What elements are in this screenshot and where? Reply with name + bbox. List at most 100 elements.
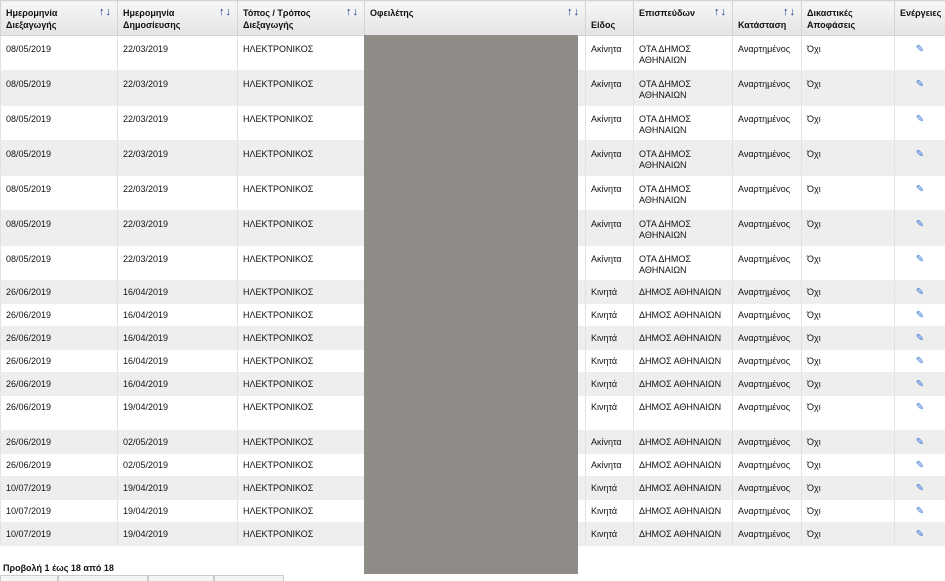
cell-auction-date: 08/05/2019 [0, 140, 118, 176]
cell-actions: ✎ [894, 175, 945, 211]
cell-decisions: Όχι [801, 210, 895, 246]
cell-publish-date: 16/04/2019 [117, 326, 238, 350]
cell-auction-date: 26/06/2019 [0, 395, 118, 431]
edit-icon[interactable]: ✎ [916, 357, 924, 367]
cell-place: ΗΛΕΚΤΡΟΝΙΚΟΣ [237, 303, 365, 327]
edit-icon[interactable]: ✎ [916, 220, 924, 230]
edit-icon[interactable]: ✎ [916, 288, 924, 298]
edit-icon[interactable]: ✎ [916, 507, 924, 517]
header-place[interactable]: Τόπος / Τρόπος Διεξαγωγής ↑↓ [237, 0, 365, 36]
cell-type: Κινητά [585, 326, 634, 350]
cell-publish-date: 16/04/2019 [117, 303, 238, 327]
edit-icon[interactable]: ✎ [916, 380, 924, 390]
pagination-button[interactable] [214, 575, 284, 581]
cell-decisions: Όχι [801, 35, 895, 71]
cell-publish-date: 19/04/2019 [117, 476, 238, 500]
sort-arrows-icon[interactable]: ↑↓ [567, 6, 580, 18]
edit-icon[interactable]: ✎ [916, 80, 924, 90]
cell-decisions: Όχι [801, 453, 895, 477]
edit-icon[interactable]: ✎ [916, 311, 924, 321]
cell-creditor: ΟΤΑ ΔΗΜΟΣ ΑΘΗΝΑΙΩΝ [633, 175, 733, 211]
cell-publish-date: 02/05/2019 [117, 430, 238, 454]
sort-arrows-icon[interactable]: ↑↓ [346, 6, 359, 18]
sort-arrows-icon[interactable]: ↑↓ [714, 6, 727, 18]
cell-creditor: ΔΗΜΟΣ ΑΘΗΝΑΙΩΝ [633, 476, 733, 500]
cell-status: Αναρτημένος [732, 522, 802, 546]
header-type[interactable]: Είδος [585, 0, 634, 36]
cell-type: Ακίνητα [585, 105, 634, 141]
cell-place: ΗΛΕΚΤΡΟΝΙΚΟΣ [237, 395, 365, 431]
cell-decisions: Όχι [801, 245, 895, 281]
edit-icon[interactable]: ✎ [916, 484, 924, 494]
cell-decisions: Όχι [801, 372, 895, 396]
sort-arrows-icon[interactable]: ↑↓ [99, 6, 112, 18]
cell-type: Κινητά [585, 476, 634, 500]
cell-place: ΗΛΕΚΤΡΟΝΙΚΟΣ [237, 35, 365, 71]
cell-decisions: Όχι [801, 476, 895, 500]
cell-auction-date: 10/07/2019 [0, 522, 118, 546]
cell-status: Αναρτημένος [732, 70, 802, 106]
cell-status: Αναρτημένος [732, 372, 802, 396]
cell-actions: ✎ [894, 476, 945, 500]
cell-place: ΗΛΕΚΤΡΟΝΙΚΟΣ [237, 140, 365, 176]
header-label: Δικαστικές Αποφάσεις [807, 8, 856, 30]
cell-status: Αναρτημένος [732, 105, 802, 141]
cell-type: Κινητά [585, 303, 634, 327]
edit-icon[interactable]: ✎ [916, 438, 924, 448]
cell-decisions: Όχι [801, 326, 895, 350]
cell-place: ΗΛΕΚΤΡΟΝΙΚΟΣ [237, 453, 365, 477]
cell-type: Ακίνητα [585, 430, 634, 454]
cell-auction-date: 08/05/2019 [0, 210, 118, 246]
cell-place: ΗΛΕΚΤΡΟΝΙΚΟΣ [237, 476, 365, 500]
cell-type: Ακίνητα [585, 175, 634, 211]
edit-icon[interactable]: ✎ [916, 185, 924, 195]
cell-place: ΗΛΕΚΤΡΟΝΙΚΟΣ [237, 430, 365, 454]
header-status[interactable]: Κατάσταση ↑↓ [732, 0, 802, 36]
cell-status: Αναρτημένος [732, 395, 802, 431]
header-label: Τόπος / Τρόπος Διεξαγωγής [243, 8, 311, 30]
cell-publish-date: 16/04/2019 [117, 372, 238, 396]
cell-decisions: Όχι [801, 395, 895, 431]
edit-icon[interactable]: ✎ [916, 403, 924, 413]
cell-place: ΗΛΕΚΤΡΟΝΙΚΟΣ [237, 349, 365, 373]
cell-publish-date: 22/03/2019 [117, 210, 238, 246]
cell-creditor: ΔΗΜΟΣ ΑΘΗΝΑΙΩΝ [633, 430, 733, 454]
pagination-button[interactable] [148, 575, 214, 581]
sort-arrows-icon[interactable]: ↑↓ [219, 6, 232, 18]
header-creditor[interactable]: Επισπεύδων ↑↓ [633, 0, 733, 36]
cell-type: Ακίνητα [585, 35, 634, 71]
cell-status: Αναρτημένος [732, 210, 802, 246]
cell-publish-date: 16/04/2019 [117, 280, 238, 304]
cell-type: Ακίνητα [585, 210, 634, 246]
cell-place: ΗΛΕΚΤΡΟΝΙΚΟΣ [237, 210, 365, 246]
pagination-button[interactable] [0, 575, 58, 581]
cell-status: Αναρτημένος [732, 245, 802, 281]
cell-publish-date: 19/04/2019 [117, 395, 238, 431]
edit-icon[interactable]: ✎ [916, 461, 924, 471]
edit-icon[interactable]: ✎ [916, 255, 924, 265]
sort-arrows-icon[interactable]: ↑↓ [783, 6, 796, 18]
edit-icon[interactable]: ✎ [916, 115, 924, 125]
cell-place: ΗΛΕΚΤΡΟΝΙΚΟΣ [237, 105, 365, 141]
edit-icon[interactable]: ✎ [916, 530, 924, 540]
header-debtor[interactable]: Οφειλέτης ↑↓ [364, 0, 586, 36]
cell-type: Κινητά [585, 522, 634, 546]
cell-type: Κινητά [585, 395, 634, 431]
header-auction-date[interactable]: Ημερομηνία Διεξαγωγής ↑↓ [0, 0, 118, 36]
cell-status: Αναρτημένος [732, 280, 802, 304]
cell-actions: ✎ [894, 522, 945, 546]
cell-decisions: Όχι [801, 105, 895, 141]
pagination-button[interactable] [58, 575, 148, 581]
edit-icon[interactable]: ✎ [916, 334, 924, 344]
cell-type: Ακίνητα [585, 453, 634, 477]
cell-publish-date: 22/03/2019 [117, 245, 238, 281]
edit-icon[interactable]: ✎ [916, 45, 924, 55]
cell-creditor: ΔΗΜΟΣ ΑΘΗΝΑΙΩΝ [633, 326, 733, 350]
cell-actions: ✎ [894, 395, 945, 431]
edit-icon[interactable]: ✎ [916, 150, 924, 160]
header-decisions: Δικαστικές Αποφάσεις [801, 0, 895, 36]
cell-status: Αναρτημένος [732, 499, 802, 523]
cell-type: Ακίνητα [585, 70, 634, 106]
header-publish-date[interactable]: Ημερομηνία Δημοσίευσης ↑↓ [117, 0, 238, 36]
cell-decisions: Όχι [801, 140, 895, 176]
